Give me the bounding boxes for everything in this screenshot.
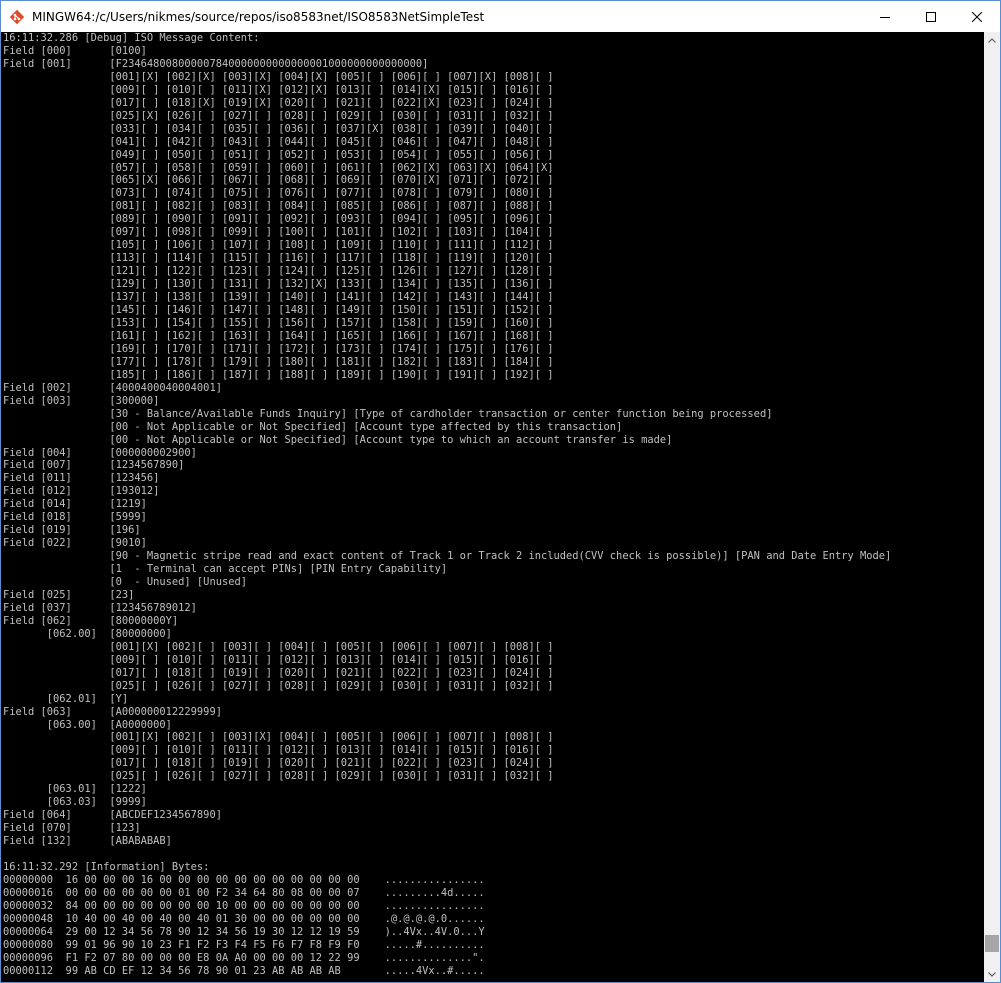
terminal-line: [105][ ] [106][ ] [107][ ] [108][ ] [109…: [3, 239, 554, 252]
vertical-scrollbar[interactable]: [984, 32, 1000, 982]
scroll-up-button[interactable]: [984, 32, 1000, 48]
terminal-line: [169][ ] [170][ ] [171][ ] [172][ ] [173…: [3, 342, 554, 355]
terminal-line: Field [025] [23]: [3, 588, 135, 601]
terminal-line: 00000032 84 00 00 00 00 00 00 00 10 00 0…: [3, 899, 485, 912]
terminal-line: [00 - Not Applicable or Not Specified] […: [3, 420, 623, 433]
terminal-line: Field [002] [4000400040004001]: [3, 381, 222, 394]
terminal-line: [009][ ] [010][ ] [011][ ] [012][ ] [013…: [3, 744, 554, 757]
terminal-line: Field [007] [1234567890]: [3, 459, 185, 472]
terminal-line: [1 - Terminal can accept PINs] [PIN Entr…: [3, 563, 448, 576]
terminal-line: [00 - Not Applicable or Not Specified] […: [3, 433, 673, 446]
terminal-line: [153][ ] [154][ ] [155][ ] [156][ ] [157…: [3, 316, 554, 329]
terminal-line: 00000016 00 00 00 00 00 00 01 00 F2 34 6…: [3, 886, 485, 899]
terminal-line: [063.03] [9999]: [3, 796, 147, 809]
terminal-line: 00000064 29 00 12 34 56 78 90 12 34 56 1…: [3, 925, 485, 938]
terminal-line: Field [011] [123456]: [3, 472, 160, 485]
terminal-line: [025][ ] [026][ ] [027][ ] [028][ ] [029…: [3, 679, 554, 692]
scrollbar-thumb[interactable]: [985, 935, 999, 952]
terminal-line: [001][X] [002][ ] [003][X] [004][ ] [005…: [3, 731, 554, 744]
terminal-line: [001][X] [002][X] [003][X] [004][X] [005…: [3, 70, 554, 83]
terminal-line: 16:11:32.292 [Information] Bytes:: [3, 861, 210, 873]
terminal-line: [0 - Unused] [Unused]: [3, 576, 247, 589]
terminal-line: Field [062] [80000000Y]: [3, 614, 179, 627]
terminal-line: [30 - Balance/Available Funds Inquiry] […: [3, 407, 773, 420]
terminal-line: Field [012] [193012]: [3, 485, 160, 498]
terminal-line: Field [018] [5999]: [3, 511, 147, 524]
terminal-line: 00000096 F1 F2 07 80 00 00 00 E8 0A A0 0…: [3, 951, 485, 964]
maximize-button[interactable]: [908, 1, 954, 32]
terminal-line: 00000080 99 01 96 90 10 23 F1 F2 F3 F4 F…: [3, 938, 485, 951]
terminal-line: [129][ ] [130][ ] [131][ ] [132][X] [133…: [3, 278, 554, 291]
terminal-line: Field [000] [0100]: [3, 44, 147, 57]
terminal-line: Field [022] [9010]: [3, 537, 147, 550]
terminal-line: [145][ ] [146][ ] [147][ ] [148][ ] [149…: [3, 304, 554, 317]
terminal-line: [063.01] [1222]: [3, 783, 147, 796]
terminal-line: [121][ ] [122][ ] [123][ ] [124][ ] [125…: [3, 265, 554, 278]
scroll-down-button[interactable]: [984, 966, 1000, 982]
terminal-line: Field [004] [000000002900]: [3, 446, 197, 459]
terminal-line: [90 - Magnetic stripe read and exact con…: [3, 550, 892, 563]
terminal-text: 16:11:32.286 [Debug] ISO Message Content…: [1, 32, 984, 978]
terminal-line: Field [070] [123]: [3, 822, 141, 835]
terminal-line: Field [063] [A000000012229999]: [3, 705, 222, 718]
terminal-output[interactable]: 16:11:32.286 [Debug] ISO Message Content…: [1, 32, 984, 982]
terminal-line: 16:11:32.286 [Debug] ISO Message Content…: [3, 32, 260, 44]
terminal-line: [161][ ] [162][ ] [163][ ] [164][ ] [165…: [3, 329, 554, 342]
terminal-line: 00000000 16 00 00 00 16 00 00 00 00 00 0…: [3, 873, 485, 886]
terminal-line: Field [132] [ABABABAB]: [3, 835, 172, 848]
maximize-icon: [926, 11, 936, 22]
terminal-line: [033][ ] [034][ ] [035][ ] [036][ ] [037…: [3, 122, 554, 135]
terminal-line: 00000112 99 AB CD EF 12 34 56 78 90 01 2…: [3, 964, 485, 977]
terminal-line: [017][ ] [018][X] [019][X] [020][ ] [021…: [3, 96, 554, 109]
terminal-line: [089][ ] [090][ ] [091][ ] [092][ ] [093…: [3, 213, 554, 226]
terminal-line: [025][X] [026][ ] [027][ ] [028][ ] [029…: [3, 109, 554, 122]
git-bash-icon: [9, 9, 25, 24]
terminal-line: [081][ ] [082][ ] [083][ ] [084][ ] [085…: [3, 200, 554, 213]
chevron-up-icon: [988, 37, 996, 43]
terminal-line: [009][ ] [010][ ] [011][X] [012][X] [013…: [3, 83, 554, 96]
terminal-line: 00000048 10 40 00 40 00 40 00 40 01 30 0…: [3, 912, 485, 925]
terminal-line: [185][ ] [186][ ] [187][ ] [188][ ] [189…: [3, 368, 554, 381]
terminal-line: [017][ ] [018][ ] [019][ ] [020][ ] [021…: [3, 666, 554, 679]
terminal-line: [062.00] [80000000]: [3, 627, 172, 640]
terminal-line: Field [064] [ABCDEF1234567890]: [3, 809, 222, 822]
terminal-line: [063.00] [A0000000]: [3, 718, 172, 731]
terminal-line: Field [037] [123456789012]: [3, 601, 197, 614]
close-icon: [972, 11, 982, 22]
terminal-line: [049][ ] [050][ ] [051][ ] [052][ ] [053…: [3, 148, 554, 161]
terminal-line: [137][ ] [138][ ] [139][ ] [140][ ] [141…: [3, 291, 554, 304]
terminal-line: [041][ ] [042][ ] [043][ ] [044][ ] [045…: [3, 135, 554, 148]
chevron-down-icon: [988, 971, 996, 977]
terminal-line: [177][ ] [178][ ] [179][ ] [180][ ] [181…: [3, 355, 554, 368]
title-bar[interactable]: MINGW64:/c/Users/nikmes/source/repos/iso…: [1, 1, 1000, 32]
minimize-icon: [880, 16, 890, 18]
terminal-line: [057][ ] [058][ ] [059][ ] [060][ ] [061…: [3, 161, 554, 174]
terminal-line: [073][ ] [074][ ] [075][ ] [076][ ] [077…: [3, 187, 554, 200]
terminal-line: [097][ ] [098][ ] [099][ ] [100][ ] [101…: [3, 226, 554, 239]
terminal-line: [065][X] [066][ ] [067][ ] [068][ ] [069…: [3, 174, 554, 187]
terminal-line: [025][ ] [026][ ] [027][ ] [028][ ] [029…: [3, 770, 554, 783]
terminal-line: [017][ ] [018][ ] [019][ ] [020][ ] [021…: [3, 757, 554, 770]
terminal-line: [001][X] [002][ ] [003][ ] [004][ ] [005…: [3, 640, 554, 653]
window-title: MINGW64:/c/Users/nikmes/source/repos/iso…: [32, 9, 485, 24]
terminal-line: Field [003] [300000]: [3, 394, 160, 407]
terminal-line: Field [014] [1219]: [3, 498, 147, 511]
terminal-line: Field [019] [196]: [3, 524, 141, 537]
close-button[interactable]: [954, 1, 1000, 32]
terminal-line: [113][ ] [114][ ] [115][ ] [116][ ] [117…: [3, 252, 554, 265]
minimize-button[interactable]: [862, 1, 908, 32]
terminal-line: Field [001] [F23464800800000784000000000…: [3, 57, 429, 70]
terminal-window: MINGW64:/c/Users/nikmes/source/repos/iso…: [0, 0, 1001, 983]
terminal-line: [062.01] [Y]: [3, 692, 129, 705]
terminal-line: [009][ ] [010][ ] [011][ ] [012][ ] [013…: [3, 653, 554, 666]
